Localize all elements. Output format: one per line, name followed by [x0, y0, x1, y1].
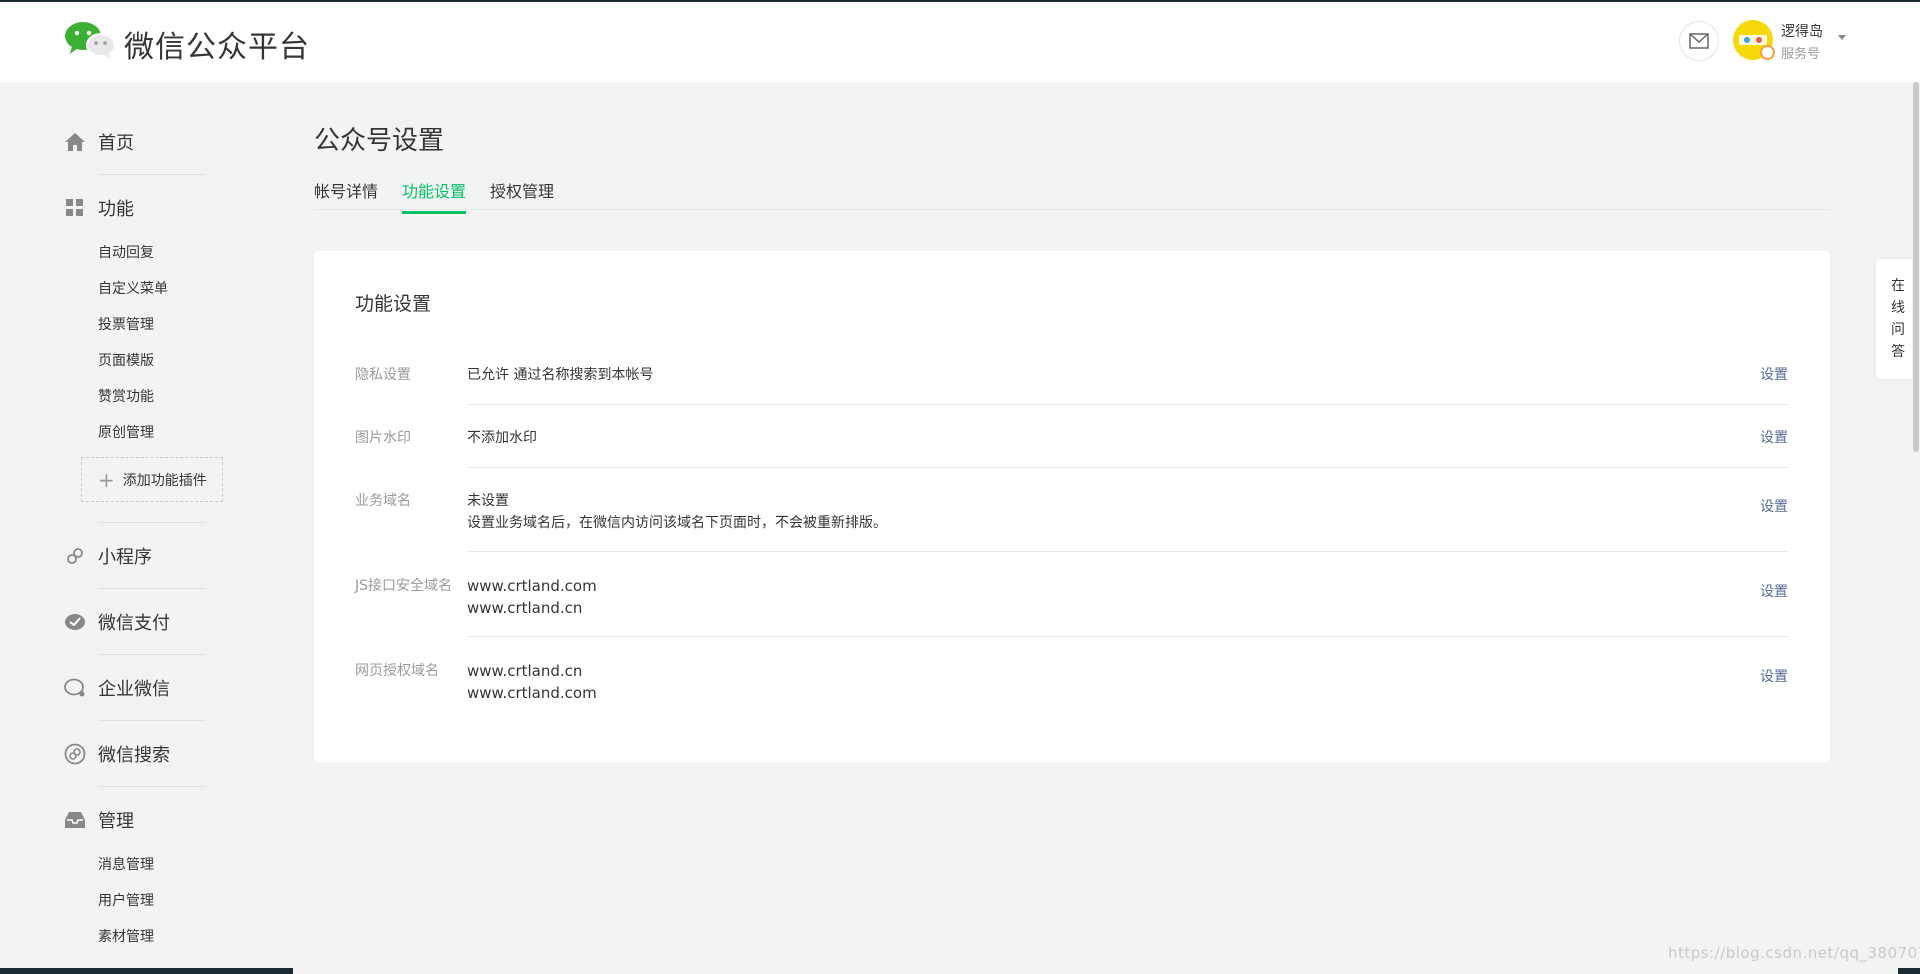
- sidebar-item-label: 小程序: [98, 547, 152, 568]
- row-divider: [467, 404, 1788, 405]
- sidebar-item-home[interactable]: 首页: [64, 129, 134, 155]
- tab-feature-settings[interactable]: 功能设置: [402, 178, 467, 214]
- sidebar-item-label: 首页: [98, 133, 134, 154]
- sidebar-item-messages[interactable]: 消息管理: [98, 854, 154, 874]
- setting-value-line: 未设置: [467, 493, 509, 509]
- tab-account-details[interactable]: 帐号详情: [314, 178, 378, 212]
- sidebar-item-features[interactable]: 功能: [64, 195, 134, 221]
- sidebar-item-page-template[interactable]: 页面模版: [98, 350, 154, 370]
- js-domain-set-link[interactable]: 设置: [1760, 581, 1788, 601]
- sidebar-item-materials[interactable]: 素材管理: [98, 926, 154, 946]
- qa-char: 答: [1891, 344, 1905, 360]
- privacy-set-link[interactable]: 设置: [1760, 364, 1788, 384]
- row-divider: [467, 467, 1788, 468]
- setting-value-line: www.crtland.cn: [467, 599, 583, 617]
- setting-value-line: www.crtland.cn: [467, 662, 583, 680]
- sidebar-item-label: 管理: [98, 811, 134, 832]
- card-title: 功能设置: [355, 293, 432, 315]
- mail-icon: [1689, 33, 1709, 49]
- sidebar-item-reward[interactable]: 赞赏功能: [98, 386, 154, 406]
- add-plugin-button[interactable]: + 添加功能插件: [81, 457, 223, 502]
- setting-label: 网页授权域名: [355, 663, 439, 679]
- oauth-domain-set-link[interactable]: 设置: [1760, 666, 1788, 686]
- sidebar-item-work-wechat[interactable]: 企业微信: [64, 675, 170, 701]
- row-divider: [467, 636, 1788, 637]
- sidebar-item-label: 微信支付: [98, 613, 170, 634]
- chevron-down-icon[interactable]: [1838, 35, 1846, 40]
- business-domain-set-link[interactable]: 设置: [1760, 496, 1788, 516]
- setting-value: 不添加水印: [467, 427, 537, 449]
- sidebar-item-wechat-search[interactable]: 微信搜索: [64, 741, 170, 767]
- setting-label: 隐私设置: [355, 367, 411, 383]
- tab-bar: 帐号详情 功能设置 授权管理: [314, 178, 578, 214]
- mail-button[interactable]: [1679, 21, 1719, 61]
- setting-label: 业务域名: [355, 493, 411, 509]
- sidebar: 首页 功能 自动回复 自定义菜单 投票管理 页面模版 赞赏功能 原创管理 + 添…: [0, 82, 260, 974]
- setting-value: www.crtland.com www.crtland.cn: [467, 575, 597, 619]
- inbox-icon: [64, 809, 86, 831]
- qa-char: 问: [1891, 322, 1905, 338]
- sidebar-item-users[interactable]: 用户管理: [98, 890, 154, 910]
- verified-badge-icon: [1760, 45, 1775, 60]
- top-bar: 微信公众平台 逻得岛 服务号: [0, 0, 1920, 82]
- wechat-logo-icon[interactable]: [64, 20, 116, 60]
- mini-program-icon: [64, 545, 86, 567]
- sidebar-item-manage[interactable]: 管理: [64, 807, 134, 833]
- wechat-pay-icon: [64, 611, 86, 633]
- sidebar-item-label: 企业微信: [98, 679, 170, 700]
- setting-value: www.crtland.cn www.crtland.com: [467, 660, 597, 704]
- work-wechat-icon: [64, 677, 86, 699]
- setting-label: JS接口安全域名: [355, 578, 453, 594]
- row-divider: [467, 551, 1788, 552]
- tabs-divider: [314, 209, 1830, 210]
- grid-icon: [64, 197, 86, 219]
- tab-authorization[interactable]: 授权管理: [490, 178, 554, 212]
- setting-value-line: 已允许 通过名称搜索到本帐号: [467, 367, 654, 383]
- settings-card: 功能设置 隐私设置 已允许 通过名称搜索到本帐号 设置 图片水印 不添加水印 设…: [314, 251, 1830, 762]
- search-icon: [64, 743, 86, 765]
- divider: [98, 174, 206, 175]
- plus-icon: +: [98, 467, 115, 492]
- setting-value-line: 设置业务域名后，在微信内访问该域名下页面时，不会被重新排版。: [467, 515, 887, 531]
- qa-char: 线: [1891, 300, 1905, 316]
- setting-value: 未设置 设置业务域名后，在微信内访问该域名下页面时，不会被重新排版。: [467, 490, 887, 534]
- sidebar-item-label: 微信搜索: [98, 745, 170, 766]
- top-edge: [0, 0, 1920, 2]
- watermark-set-link[interactable]: 设置: [1760, 427, 1788, 447]
- scrollbar-thumb[interactable]: [1913, 82, 1919, 452]
- setting-label: 图片水印: [355, 430, 411, 446]
- sidebar-item-label: 功能: [98, 199, 134, 220]
- setting-value-line: www.crtland.com: [467, 577, 597, 595]
- divider: [98, 522, 206, 523]
- user-type: 服务号: [1781, 47, 1821, 62]
- sidebar-item-auto-reply[interactable]: 自动回复: [98, 242, 154, 262]
- brand-title[interactable]: 微信公众平台: [124, 22, 310, 66]
- sidebar-item-vote[interactable]: 投票管理: [98, 314, 154, 334]
- setting-value-line: www.crtland.com: [467, 684, 597, 702]
- home-icon: [64, 131, 86, 153]
- sidebar-item-wechat-pay[interactable]: 微信支付: [64, 609, 170, 635]
- sidebar-item-original[interactable]: 原创管理: [98, 422, 154, 442]
- sidebar-item-mini-program[interactable]: 小程序: [64, 543, 152, 569]
- divider: [98, 720, 206, 721]
- divider: [98, 786, 206, 787]
- sidebar-item-custom-menu[interactable]: 自定义菜单: [98, 278, 168, 298]
- setting-value: 已允许 通过名称搜索到本帐号: [467, 364, 653, 386]
- page-title: 公众号设置: [314, 126, 445, 156]
- divider: [98, 588, 206, 589]
- bottom-edge-gap: [293, 968, 1898, 974]
- add-plugin-label: 添加功能插件: [122, 472, 207, 489]
- user-name[interactable]: 逻得岛: [1781, 21, 1823, 41]
- setting-value-line: 不添加水印: [467, 430, 537, 446]
- watermark-text: https://blog.csdn.net/qq_38070703: [1668, 944, 1920, 962]
- qa-char: 在: [1891, 278, 1905, 294]
- divider: [98, 654, 206, 655]
